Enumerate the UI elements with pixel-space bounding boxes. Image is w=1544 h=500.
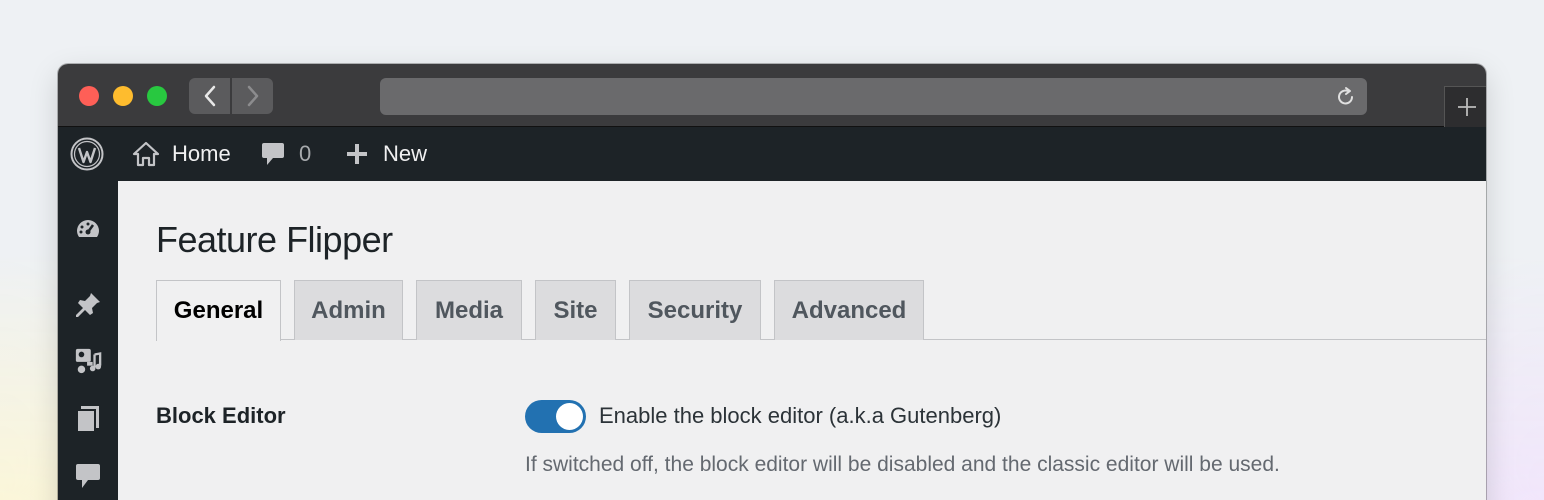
close-window-button[interactable] (79, 86, 99, 106)
chevron-right-icon (247, 85, 258, 107)
block-editor-toggle-label: Enable the block editor (a.k.a Gutenberg… (599, 403, 1002, 428)
tab-media[interactable]: Media (416, 280, 522, 340)
toggle-knob (556, 403, 583, 430)
address-bar[interactable] (380, 78, 1367, 115)
wordpress-icon (70, 137, 104, 171)
comments-count: 0 (299, 141, 312, 166)
main-content: Feature Flipper General Admin Media Site… (118, 181, 1486, 500)
comments-icon[interactable] (74, 462, 102, 490)
pin-icon[interactable] (74, 291, 102, 319)
browser-window: Home 0 New Feature Flipper General Admin… (58, 64, 1486, 500)
block-editor-toggle[interactable] (525, 400, 586, 433)
admin-bar-comments[interactable]: 0 (261, 127, 311, 181)
admin-bar: Home 0 New (58, 127, 1486, 181)
comment-icon (262, 143, 284, 165)
settings-tabs: General Admin Media Site Security Advanc… (156, 280, 1486, 341)
home-label: Home (172, 141, 231, 166)
page-title: Feature Flipper (156, 219, 393, 260)
minimize-window-button[interactable] (113, 86, 133, 106)
chevron-left-icon (204, 85, 215, 107)
admin-bar-new[interactable]: New (345, 127, 427, 181)
new-label: New (383, 141, 428, 166)
block-editor-description: If switched off, the block editor will b… (525, 453, 1280, 476)
tab-advanced[interactable]: Advanced (774, 280, 924, 340)
admin-bar-home[interactable]: Home (132, 127, 231, 181)
tab-security[interactable]: Security (629, 280, 761, 340)
browser-titlebar (58, 64, 1486, 127)
plus-icon (1457, 98, 1476, 116)
home-icon (132, 141, 160, 167)
block-editor-label: Block Editor (156, 403, 286, 428)
forward-button[interactable] (232, 78, 273, 114)
new-tab-button[interactable] (1444, 86, 1486, 127)
tab-general[interactable]: General (156, 280, 281, 341)
admin-sidebar (58, 181, 118, 500)
tab-admin[interactable]: Admin (294, 280, 403, 340)
back-button[interactable] (189, 78, 230, 114)
wordpress-logo-button[interactable] (70, 127, 104, 181)
reload-icon[interactable] (1335, 86, 1357, 108)
media-icon[interactable] (74, 347, 102, 375)
tab-site[interactable]: Site (535, 280, 616, 340)
plus-icon (347, 144, 367, 164)
maximize-window-button[interactable] (147, 86, 167, 106)
pages-icon[interactable] (74, 405, 102, 433)
dashboard-icon[interactable] (74, 215, 102, 243)
